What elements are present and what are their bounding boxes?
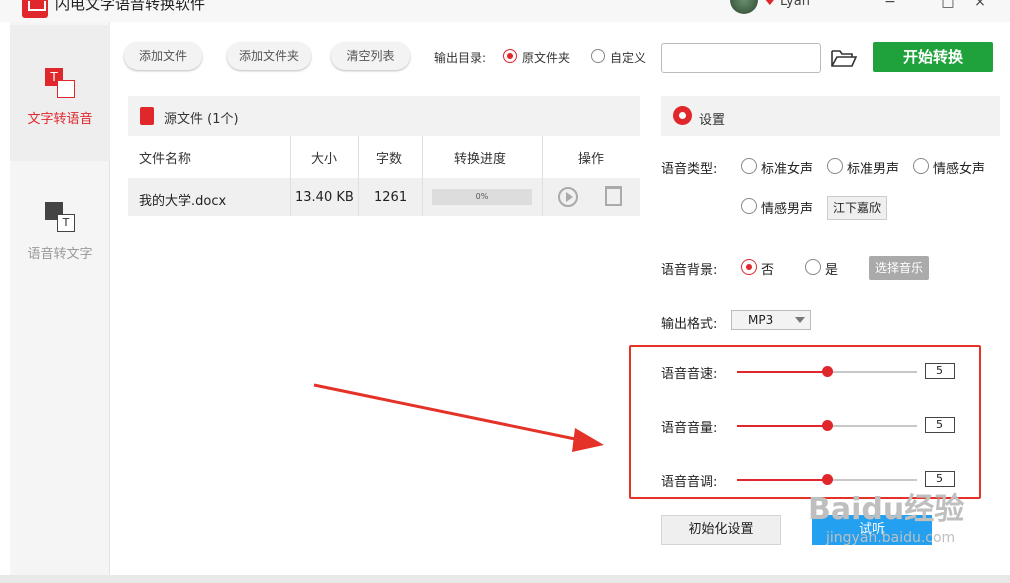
speed-value-input[interactable]: 5 <box>925 363 955 379</box>
volume-value-input[interactable]: 5 <box>925 417 955 433</box>
maximize-button[interactable]: □ <box>940 0 956 10</box>
reset-settings-button[interactable]: 初始化设置 <box>661 515 781 545</box>
format-label: 输出格式: <box>661 317 718 332</box>
volume-slider-handle[interactable] <box>822 420 833 431</box>
text-box-icon: T <box>57 214 75 232</box>
start-convert-button[interactable]: 开始转换 <box>873 42 993 72</box>
app-logo-icon <box>22 0 48 18</box>
voice-emotional-male-label[interactable]: 情感男声 <box>761 198 813 217</box>
watermark-brand: Baidu经验 <box>808 492 965 527</box>
background-no-label[interactable]: 否 <box>761 259 774 278</box>
gear-icon <box>673 106 692 125</box>
background-yes-label[interactable]: 是 <box>825 259 838 278</box>
voice-type-label: 语音类型: <box>661 162 718 177</box>
output-original-radio[interactable] <box>503 49 517 63</box>
clear-list-button[interactable]: 清空列表 <box>331 42 410 70</box>
app-title: 闪电文字语音转换软件 <box>55 0 206 13</box>
settings-title: 设置 <box>699 113 726 128</box>
column-header-words: 字数 <box>376 152 403 167</box>
file-size-cell: 13.40 KB <box>295 190 354 205</box>
speed-label: 语音音速: <box>661 367 718 382</box>
column-header-name: 文件名称 <box>139 152 192 167</box>
conversion-progress-bar: 0% <box>432 189 532 205</box>
minimize-button[interactable]: − <box>882 0 898 10</box>
pitch-slider-fill <box>737 479 827 481</box>
column-divider <box>422 136 423 216</box>
voice-name-badge[interactable]: 江下嘉欣 <box>827 196 887 220</box>
play-icon[interactable] <box>558 187 578 207</box>
watermark-url: jingyan.baidu.com <box>826 530 956 546</box>
sound-wave-icon <box>57 80 75 98</box>
volume-label: 语音音量: <box>661 421 718 436</box>
output-custom-radio[interactable] <box>591 49 605 63</box>
voice-emotional-female-radio[interactable] <box>913 158 929 174</box>
username[interactable]: Lyan <box>780 0 810 9</box>
voice-standard-male-label[interactable]: 标准男声 <box>847 158 899 177</box>
column-divider <box>290 136 291 216</box>
select-music-button[interactable]: 选择音乐 <box>869 256 929 280</box>
voice-standard-female-radio[interactable] <box>741 158 757 174</box>
output-original-label[interactable]: 原文件夹 <box>522 49 570 66</box>
status-bar <box>0 575 1010 583</box>
pitch-label: 语音音调: <box>661 475 718 490</box>
column-divider <box>358 136 359 216</box>
file-name-cell: 我的大学.docx <box>139 194 227 209</box>
sidebar-item-label[interactable]: 语音转文字 <box>10 243 110 262</box>
output-path-input[interactable] <box>661 43 821 73</box>
voice-standard-female-label[interactable]: 标准女声 <box>761 158 813 177</box>
column-divider <box>542 136 543 216</box>
chevron-down-icon[interactable] <box>795 317 805 323</box>
voice-standard-male-radio[interactable] <box>827 158 843 174</box>
volume-slider-fill <box>737 425 827 427</box>
output-custom-label[interactable]: 自定义 <box>610 49 646 66</box>
column-header-size: 大小 <box>311 152 338 167</box>
add-folder-button[interactable]: 添加文件夹 <box>227 42 311 70</box>
voice-emotional-female-label[interactable]: 情感女声 <box>933 158 985 177</box>
sidebar-item-label[interactable]: 文字转语音 <box>10 108 110 127</box>
file-panel-title: 源文件 (1个) <box>164 112 239 127</box>
background-yes-radio[interactable] <box>805 259 821 275</box>
speed-slider-fill <box>737 371 827 373</box>
word-count-cell: 1261 <box>374 190 408 205</box>
close-button[interactable]: × <box>972 0 988 10</box>
speed-slider-handle[interactable] <box>822 366 833 377</box>
voice-emotional-male-radio[interactable] <box>741 198 757 214</box>
add-file-button[interactable]: 添加文件 <box>124 42 202 70</box>
background-label: 语音背景: <box>661 263 718 278</box>
background-no-radio[interactable] <box>741 259 757 275</box>
document-icon <box>140 107 154 125</box>
trash-icon[interactable] <box>605 186 622 206</box>
heart-icon: ♥ <box>764 0 776 9</box>
column-header-progress: 转换进度 <box>454 152 507 167</box>
output-dir-label: 输出目录: <box>434 51 487 65</box>
folder-open-icon[interactable] <box>831 48 857 68</box>
column-header-actions: 操作 <box>578 152 605 167</box>
